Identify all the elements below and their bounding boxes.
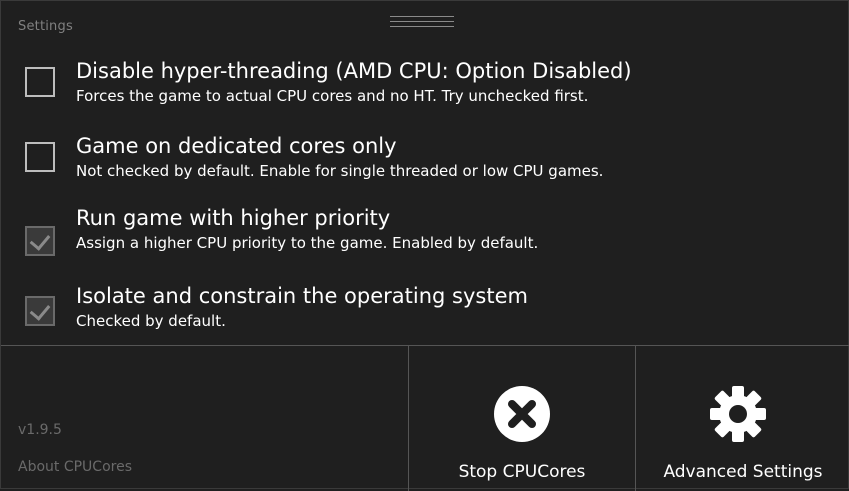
settings-window: Settings Disable hyper-threading (AMD CP… (0, 0, 849, 491)
advanced-button-label: Advanced Settings (663, 462, 823, 482)
option-description: Forces the game to actual CPU cores and … (76, 87, 589, 105)
option-description: Not checked by default. Enable for singl… (76, 162, 604, 180)
isolate-os-checkbox[interactable] (25, 296, 55, 326)
option-isolate-os[interactable]: Isolate and constrain the operating syst… (1, 284, 849, 348)
option-description: Checked by default. (76, 312, 226, 330)
option-title: Game on dedicated cores only (76, 134, 397, 158)
info-panel: v1.9.5 About CPUCores (1, 346, 409, 491)
title-bar: Settings (1, 1, 849, 41)
option-dedicated-cores[interactable]: Game on dedicated cores only Not checked… (1, 134, 849, 198)
option-title: Disable hyper-threading (AMD CPU: Option… (76, 59, 632, 83)
gear-icon (710, 386, 766, 442)
option-title: Isolate and constrain the operating syst… (76, 284, 528, 308)
version-label: v1.9.5 (18, 422, 62, 438)
stop-cpucores-button[interactable]: Stop CPUCores (409, 346, 636, 491)
option-title: Run game with higher priority (76, 206, 391, 230)
checkmark-icon (29, 229, 51, 251)
option-disable-hyperthreading[interactable]: Disable hyper-threading (AMD CPU: Option… (1, 59, 849, 123)
close-circle-icon (494, 386, 550, 442)
drag-handle-icon[interactable] (390, 16, 454, 28)
higher-priority-checkbox[interactable] (25, 226, 55, 256)
stop-button-label: Stop CPUCores (458, 462, 586, 482)
dedicated-cores-checkbox[interactable] (25, 142, 55, 172)
advanced-settings-button[interactable]: Advanced Settings (636, 346, 849, 491)
checkmark-icon (29, 299, 51, 321)
section-label: Settings (18, 19, 73, 34)
bottom-bar: v1.9.5 About CPUCores Stop CPUCores Adva… (1, 345, 849, 491)
about-link[interactable]: About CPUCores (18, 459, 132, 475)
disable-hyperthreading-checkbox[interactable] (25, 67, 55, 97)
option-higher-priority[interactable]: Run game with higher priority Assign a h… (1, 206, 849, 270)
option-description: Assign a higher CPU priority to the game… (76, 234, 539, 252)
